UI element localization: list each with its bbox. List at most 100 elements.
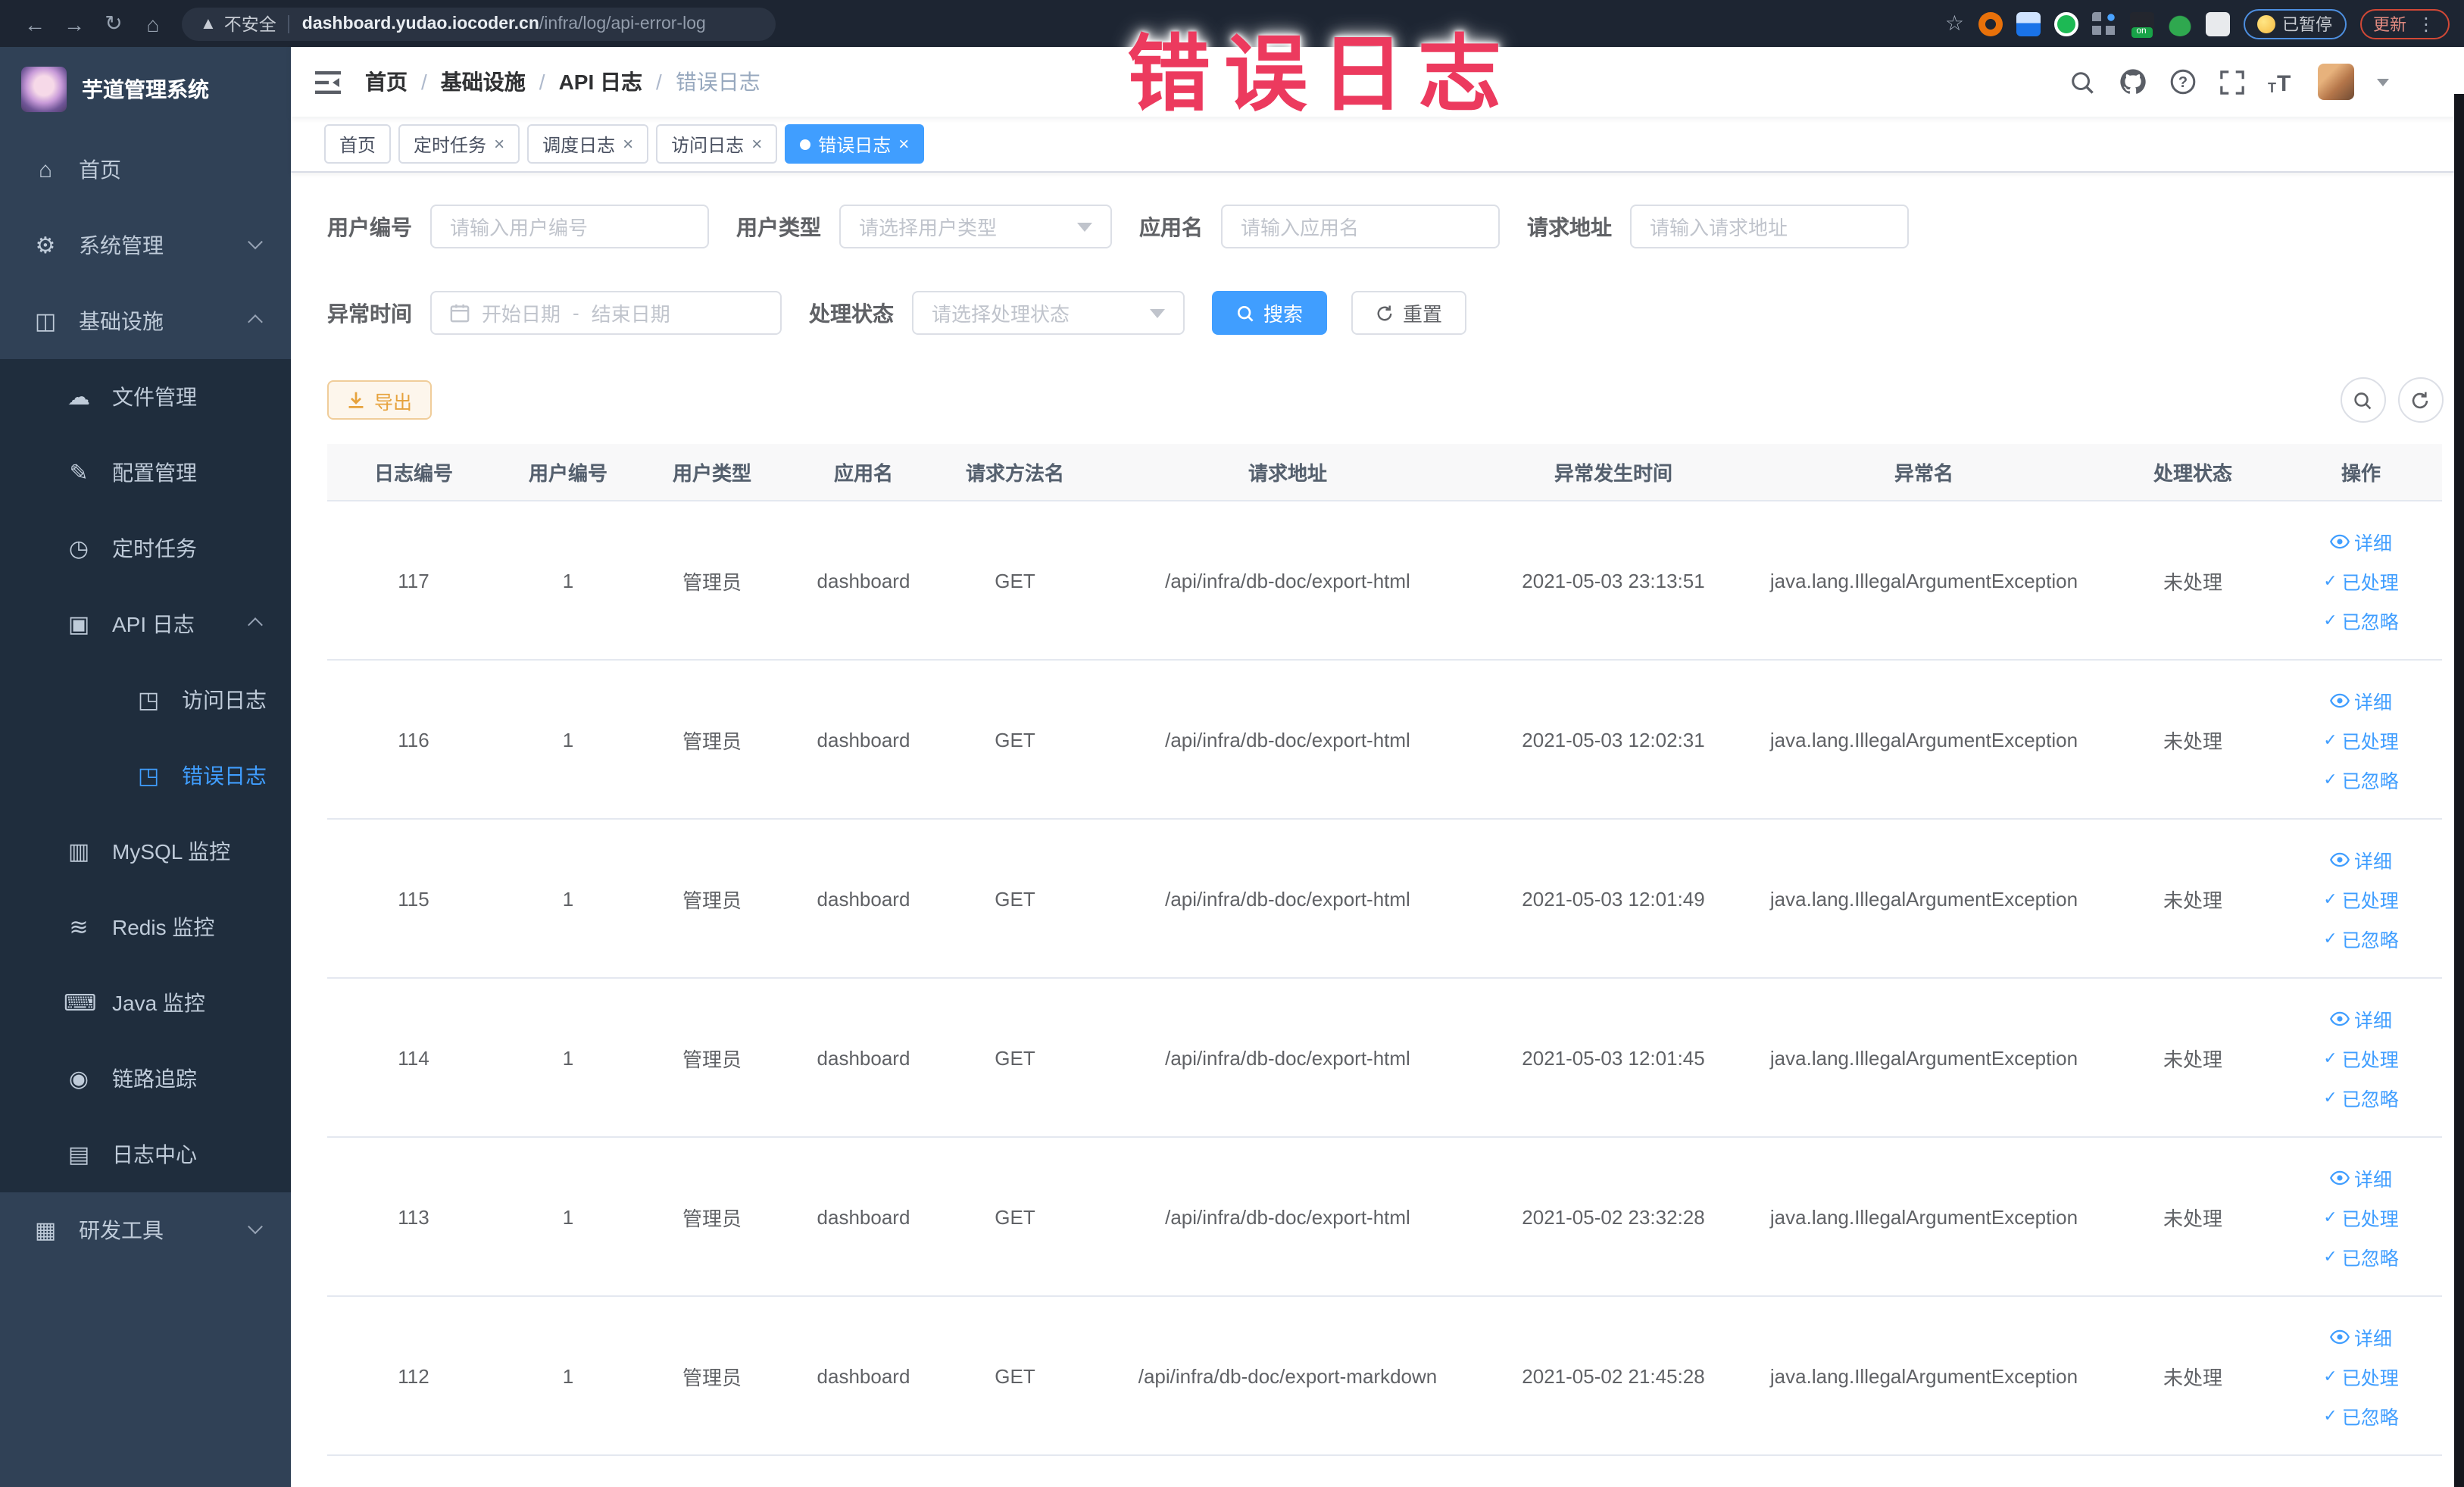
actions-cell: 详细 ✓ 已处理 ✓ 已忽略: [2280, 526, 2442, 634]
kebab-menu-icon[interactable]: ⋮: [2417, 13, 2435, 34]
mark-ignored-link[interactable]: ✓ 已忽略: [2323, 1242, 2398, 1270]
tab-schedule-log[interactable]: 调度日志 ×: [527, 124, 649, 164]
bookmark-star-icon[interactable]: ☆: [1945, 11, 1964, 36]
column-header: 日志编号: [373, 462, 453, 485]
app-logo-row[interactable]: 芋道管理系统: [0, 47, 291, 132]
search-icon[interactable]: [2067, 67, 2097, 97]
extensions-puzzle-icon[interactable]: [2205, 11, 2229, 36]
detail-link[interactable]: 详细: [2330, 1163, 2392, 1192]
detail-link[interactable]: 详细: [2330, 1322, 2392, 1351]
sidebar-item-access-log[interactable]: ◳ 访问日志: [0, 662, 291, 738]
reload-icon[interactable]: ↻: [94, 11, 133, 36]
home-browser-icon[interactable]: ⌂: [133, 11, 173, 36]
user-type-select[interactable]: 请选择用户类型: [839, 205, 1112, 248]
profile-paused-badge[interactable]: 已暂停: [2243, 8, 2346, 39]
breadcrumb-infra[interactable]: 基础设施: [441, 67, 526, 97]
sidebar-item-java-monitor[interactable]: ⌨ Java 监控: [0, 965, 291, 1041]
mark-ignored-link[interactable]: ✓ 已忽略: [2323, 1082, 2398, 1111]
security-label: 不安全: [223, 16, 276, 34]
mark-processed-link[interactable]: ✓ 已处理: [2323, 884, 2398, 913]
sidebar-item-file-mgmt[interactable]: ☁ 文件管理: [0, 359, 291, 435]
fullscreen-icon[interactable]: [2217, 67, 2247, 97]
sidebar-item-redis-monitor[interactable]: ≋ Redis 监控: [0, 889, 291, 965]
sidebar-item-log-center[interactable]: ▤ 日志中心: [0, 1117, 291, 1192]
tab-home[interactable]: 首页: [324, 124, 392, 164]
mark-processed-link[interactable]: ✓ 已处理: [2323, 1043, 2398, 1072]
tab-access-log[interactable]: 访问日志 ×: [656, 124, 778, 164]
avatar-caret-icon[interactable]: [2376, 78, 2388, 86]
app-title: 芋道管理系统: [82, 77, 209, 102]
sidebar-item-cron-task[interactable]: ◷ 定时任务: [0, 511, 291, 586]
mark-processed-link[interactable]: ✓ 已处理: [2323, 725, 2398, 754]
sidebar-item-label: 文件管理: [112, 385, 197, 409]
sidebar-item-dev-tools[interactable]: ▦ 研发工具: [0, 1192, 291, 1268]
extension-blue-icon[interactable]: [2016, 11, 2040, 36]
mark-ignored-link[interactable]: ✓ 已忽略: [2323, 605, 2398, 634]
search-button[interactable]: 搜索: [1212, 291, 1328, 335]
sidebar-item-mysql-monitor[interactable]: ▥ MySQL 监控: [0, 814, 291, 889]
process-status-select[interactable]: 请选择处理状态: [912, 291, 1185, 335]
app-name-input[interactable]: 请输入应用名: [1221, 205, 1500, 248]
detail-link[interactable]: 详细: [2330, 526, 2392, 555]
check-icon: ✓: [2323, 572, 2338, 590]
mark-ignored-link[interactable]: ✓ 已忽略: [2323, 764, 2398, 793]
forward-icon[interactable]: →: [55, 11, 94, 36]
column-header: 请求方法名: [965, 462, 1064, 485]
font-size-icon[interactable]: TT: [2267, 67, 2297, 97]
breadcrumb-api-log[interactable]: API 日志: [559, 67, 642, 97]
mark-processed-link[interactable]: ✓ 已处理: [2323, 1202, 2398, 1231]
method-cell: GET: [995, 887, 1035, 910]
method-cell: GET: [995, 1364, 1035, 1387]
tab-cron-task[interactable]: 定时任务 ×: [398, 124, 520, 164]
tab-error-log[interactable]: 错误日志 ×: [785, 124, 925, 164]
mark-processed-link[interactable]: ✓ 已处理: [2323, 566, 2398, 595]
close-icon[interactable]: ×: [623, 135, 633, 153]
sidebar-item-error-log[interactable]: ◳ 错误日志: [0, 738, 291, 814]
user-avatar[interactable]: [2317, 64, 2353, 100]
exception-time-range-input[interactable]: 开始日期 - 结束日期: [430, 291, 782, 335]
extension-orange-icon[interactable]: [1978, 11, 2002, 36]
extension-plant-icon[interactable]: [2167, 11, 2191, 36]
sidebar-fold-icon[interactable]: [315, 70, 341, 93]
detail-link[interactable]: 详细: [2330, 845, 2392, 873]
sidebar-item-home[interactable]: ⌂ 首页: [0, 132, 291, 208]
detail-link[interactable]: 详细: [2330, 1004, 2392, 1032]
user-id-cell: 1: [562, 1046, 574, 1069]
annotation-stamp: 错误日志: [1127, 27, 1516, 121]
export-button[interactable]: 导出: [327, 380, 433, 420]
method-cell: GET: [995, 569, 1035, 592]
sidebar-item-label: 首页: [79, 158, 121, 182]
process-status-label: 处理状态: [809, 301, 894, 325]
sidebar-item-config-mgmt[interactable]: ✎ 配置管理: [0, 435, 291, 511]
scrollbar-track[interactable]: [2453, 94, 2464, 1487]
sidebar-item-api-log[interactable]: ▣ API 日志: [0, 586, 291, 662]
github-icon[interactable]: [2117, 67, 2147, 97]
sidebar-item-trace[interactable]: ◉ 链路追踪: [0, 1041, 291, 1117]
sidebar-item-infra[interactable]: ◫ 基础设施: [0, 283, 291, 359]
reset-button[interactable]: 重置: [1351, 291, 1467, 335]
toggle-search-button[interactable]: [2340, 377, 2385, 423]
close-icon[interactable]: ×: [494, 135, 504, 153]
mark-processed-link[interactable]: ✓ 已处理: [2323, 1361, 2398, 1390]
extension-grid-icon[interactable]: [2091, 11, 2116, 36]
browser-update-button[interactable]: 更新 ⋮: [2359, 8, 2449, 39]
sidebar-item-system-mgmt[interactable]: ⚙ 系统管理: [0, 208, 291, 283]
close-icon[interactable]: ×: [898, 135, 909, 153]
detail-link[interactable]: 详细: [2330, 686, 2392, 714]
refresh-table-button[interactable]: [2397, 377, 2443, 423]
mark-ignored-link[interactable]: ✓ 已忽略: [2323, 923, 2398, 952]
request-url-cell: /api/infra/db-doc/export-markdown: [1138, 1364, 1438, 1387]
table-body: 117 1 管理员 dashboard GET/api/infra/db-doc/exp…: [327, 501, 2442, 1456]
app-name-cell: dashboard: [817, 728, 910, 751]
close-icon[interactable]: ×: [751, 135, 762, 153]
address-bar[interactable]: ▲ 不安全 dashboard.yudao.iocoder.cn/infra/l…: [182, 7, 776, 40]
request-url-input[interactable]: 请输入请求地址: [1630, 205, 1909, 248]
back-icon[interactable]: ←: [15, 11, 55, 36]
extension-green-icon[interactable]: [2053, 11, 2078, 36]
search-button-icon: [1236, 304, 1254, 322]
user-id-input[interactable]: 请输入用户编号: [430, 205, 709, 248]
extension-on-badge-icon[interactable]: [2129, 11, 2153, 37]
help-icon[interactable]: ?: [2167, 67, 2197, 97]
breadcrumb-home[interactable]: 首页: [365, 67, 408, 97]
mark-ignored-link[interactable]: ✓ 已忽略: [2323, 1401, 2398, 1429]
